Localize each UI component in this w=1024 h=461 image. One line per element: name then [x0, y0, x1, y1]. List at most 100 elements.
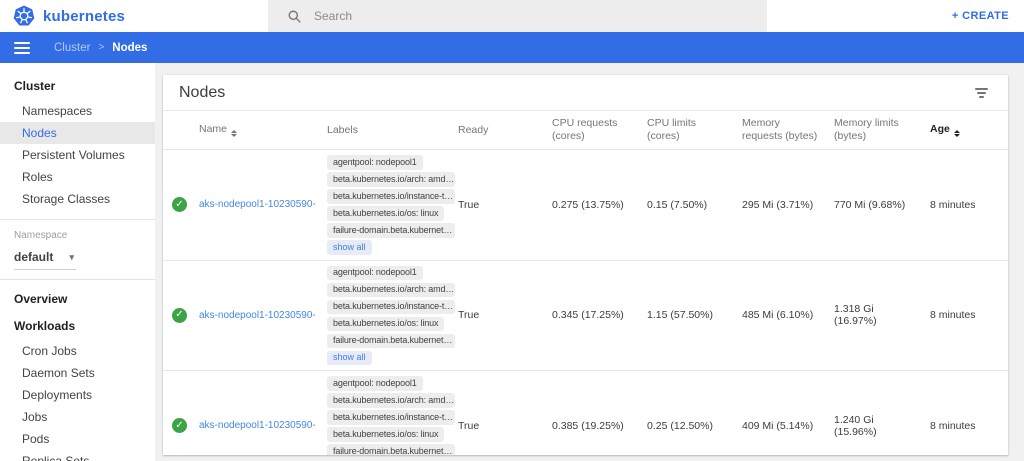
node-memory-limits-cell: 770 Mi (9.68%): [828, 150, 924, 261]
node-ready-cell: True: [452, 150, 546, 261]
label-chip: beta.kubernetes.io/os: linux: [327, 206, 444, 221]
sidebar-heading-workloads[interactable]: Workloads: [0, 313, 155, 340]
column-age-label: Age: [930, 123, 950, 135]
sidebar-item-nodes[interactable]: Nodes: [0, 122, 155, 144]
label-chip: beta.kubernetes.io/instance-t…: [327, 300, 455, 315]
node-age-cell: 8 minutes: [924, 371, 1008, 456]
label-chip: beta.kubernetes.io/arch: amd…: [327, 172, 455, 187]
node-labels-cell: agentpool: nodepool1 beta.kubernetes.io/…: [321, 260, 452, 371]
sidebar: Cluster Namespaces Nodes Persistent Volu…: [0, 63, 155, 461]
sort-icon: [231, 130, 237, 138]
search-placeholder: Search: [314, 9, 352, 23]
node-status-cell: ✓: [163, 150, 193, 261]
breadcrumb: Cluster > Nodes: [54, 42, 147, 54]
label-chip: failure-domain.beta.kubernet…: [327, 223, 455, 238]
sidebar-item-overview[interactable]: Overview: [0, 282, 155, 313]
label-chip: failure-domain.beta.kubernet…: [327, 444, 455, 455]
status-ok-icon: ✓: [172, 308, 187, 323]
column-cpu-requests: CPU requests (cores): [546, 111, 641, 150]
node-age-cell: 8 minutes: [924, 150, 1008, 261]
table-row: ✓ aks-nodepool1-10230590-vm… agentpool: …: [163, 371, 1008, 456]
chevron-down-icon: ▾: [69, 252, 74, 263]
label-chip: agentpool: nodepool1: [327, 376, 423, 391]
node-name-cell: aks-nodepool1-10230590-vm…: [193, 150, 321, 261]
node-cpu-requests-cell: 0.385 (19.25%): [546, 371, 641, 456]
namespace-select[interactable]: default ▾: [14, 247, 76, 270]
node-ready-cell: True: [452, 260, 546, 371]
app: kubernetes Search + CREATE Cluster > Nod…: [0, 0, 1024, 461]
sidebar-item-deployments[interactable]: Deployments: [0, 384, 155, 406]
card-title: Nodes: [179, 84, 225, 102]
node-labels-cell: agentpool: nodepool1 beta.kubernetes.io/…: [321, 371, 452, 456]
breadcrumb-bar: Cluster > Nodes: [0, 32, 1024, 63]
status-ok-icon: ✓: [172, 418, 187, 433]
node-labels-cell: agentpool: nodepool1 beta.kubernetes.io/…: [321, 150, 452, 261]
sidebar-item-cron-jobs[interactable]: Cron Jobs: [0, 340, 155, 362]
column-memory-requests: Memory requests (bytes): [736, 111, 828, 150]
node-memory-limits-cell: 1.240 Gi (15.96%): [828, 371, 924, 456]
search-input[interactable]: Search: [268, 0, 767, 32]
breadcrumb-cluster[interactable]: Cluster: [54, 42, 90, 54]
brand-wordmark: kubernetes: [43, 8, 125, 25]
node-name-link[interactable]: aks-nodepool1-10230590-vm…: [199, 199, 315, 210]
namespace-selected-value: default: [14, 250, 53, 264]
nodes-card-header: Nodes: [163, 75, 1008, 111]
label-chip: agentpool: nodepool1: [327, 266, 423, 281]
node-cpu-requests-cell: 0.345 (17.25%): [546, 260, 641, 371]
column-name-label: Name: [199, 123, 227, 135]
show-all-button[interactable]: show all: [327, 240, 372, 255]
sidebar-divider: [0, 279, 155, 280]
node-status-cell: ✓: [163, 371, 193, 456]
column-memory-limits: Memory limits (bytes): [828, 111, 924, 150]
node-name-link[interactable]: aks-nodepool1-10230590-vm…: [199, 310, 315, 321]
sidebar-item-daemon-sets[interactable]: Daemon Sets: [0, 362, 155, 384]
kubernetes-brand[interactable]: kubernetes: [0, 5, 125, 27]
sidebar-item-namespaces[interactable]: Namespaces: [0, 100, 155, 122]
node-memory-requests-cell: 295 Mi (3.71%): [736, 150, 828, 261]
column-status: [163, 111, 193, 150]
filter-icon[interactable]: [971, 84, 992, 102]
node-ready-cell: True: [452, 371, 546, 456]
sidebar-item-pods[interactable]: Pods: [0, 428, 155, 450]
label-chip: beta.kubernetes.io/os: linux: [327, 427, 444, 442]
top-header-bar: kubernetes Search + CREATE: [0, 0, 1024, 32]
sidebar-heading-cluster[interactable]: Cluster: [0, 69, 155, 100]
node-status-cell: ✓: [163, 260, 193, 371]
create-button[interactable]: + CREATE: [952, 10, 1024, 22]
node-name-cell: aks-nodepool1-10230590-vm…: [193, 260, 321, 371]
node-name-cell: aks-nodepool1-10230590-vm…: [193, 371, 321, 456]
node-cpu-limits-cell: 1.15 (57.50%): [641, 260, 736, 371]
column-labels: Labels: [321, 111, 452, 150]
column-age[interactable]: Age: [924, 111, 1008, 150]
sidebar-item-storage-classes[interactable]: Storage Classes: [0, 188, 155, 210]
column-name[interactable]: Name: [193, 111, 321, 150]
label-chip: agentpool: nodepool1: [327, 155, 423, 170]
table-row: ✓ aks-nodepool1-10230590-vm… agentpool: …: [163, 260, 1008, 371]
node-memory-requests-cell: 409 Mi (5.14%): [736, 371, 828, 456]
node-cpu-requests-cell: 0.275 (13.75%): [546, 150, 641, 261]
label-chip: beta.kubernetes.io/arch: amd…: [327, 283, 455, 298]
label-chip: beta.kubernetes.io/os: linux: [327, 317, 444, 332]
label-chip: beta.kubernetes.io/instance-t…: [327, 410, 455, 425]
show-all-button[interactable]: show all: [327, 351, 372, 366]
sidebar-item-jobs[interactable]: Jobs: [0, 406, 155, 428]
node-cpu-limits-cell: 0.25 (12.50%): [641, 371, 736, 456]
column-ready: Ready: [452, 111, 546, 150]
sidebar-item-replica-sets[interactable]: Replica Sets: [0, 450, 155, 461]
table-header-row: Name Labels Ready CPU requests (cores) C…: [163, 111, 1008, 150]
node-name-link[interactable]: aks-nodepool1-10230590-vm…: [199, 420, 315, 431]
sidebar-item-persistent-volumes[interactable]: Persistent Volumes: [0, 144, 155, 166]
menu-hamburger-icon[interactable]: [14, 42, 30, 54]
node-age-cell: 8 minutes: [924, 260, 1008, 371]
breadcrumb-nodes: Nodes: [112, 42, 147, 54]
namespace-label: Namespace: [0, 222, 155, 243]
nodes-table: Name Labels Ready CPU requests (cores) C…: [163, 111, 1008, 455]
label-chip: failure-domain.beta.kubernet…: [327, 334, 455, 349]
breadcrumb-separator: >: [98, 42, 104, 53]
column-cpu-limits: CPU limits (cores): [641, 111, 736, 150]
nodes-card: Nodes Name Labels: [163, 75, 1008, 455]
sidebar-item-roles[interactable]: Roles: [0, 166, 155, 188]
content-area: Cluster Namespaces Nodes Persistent Volu…: [0, 63, 1024, 461]
sidebar-divider: [0, 219, 155, 220]
main-panel: Nodes Name Labels: [155, 63, 1024, 461]
